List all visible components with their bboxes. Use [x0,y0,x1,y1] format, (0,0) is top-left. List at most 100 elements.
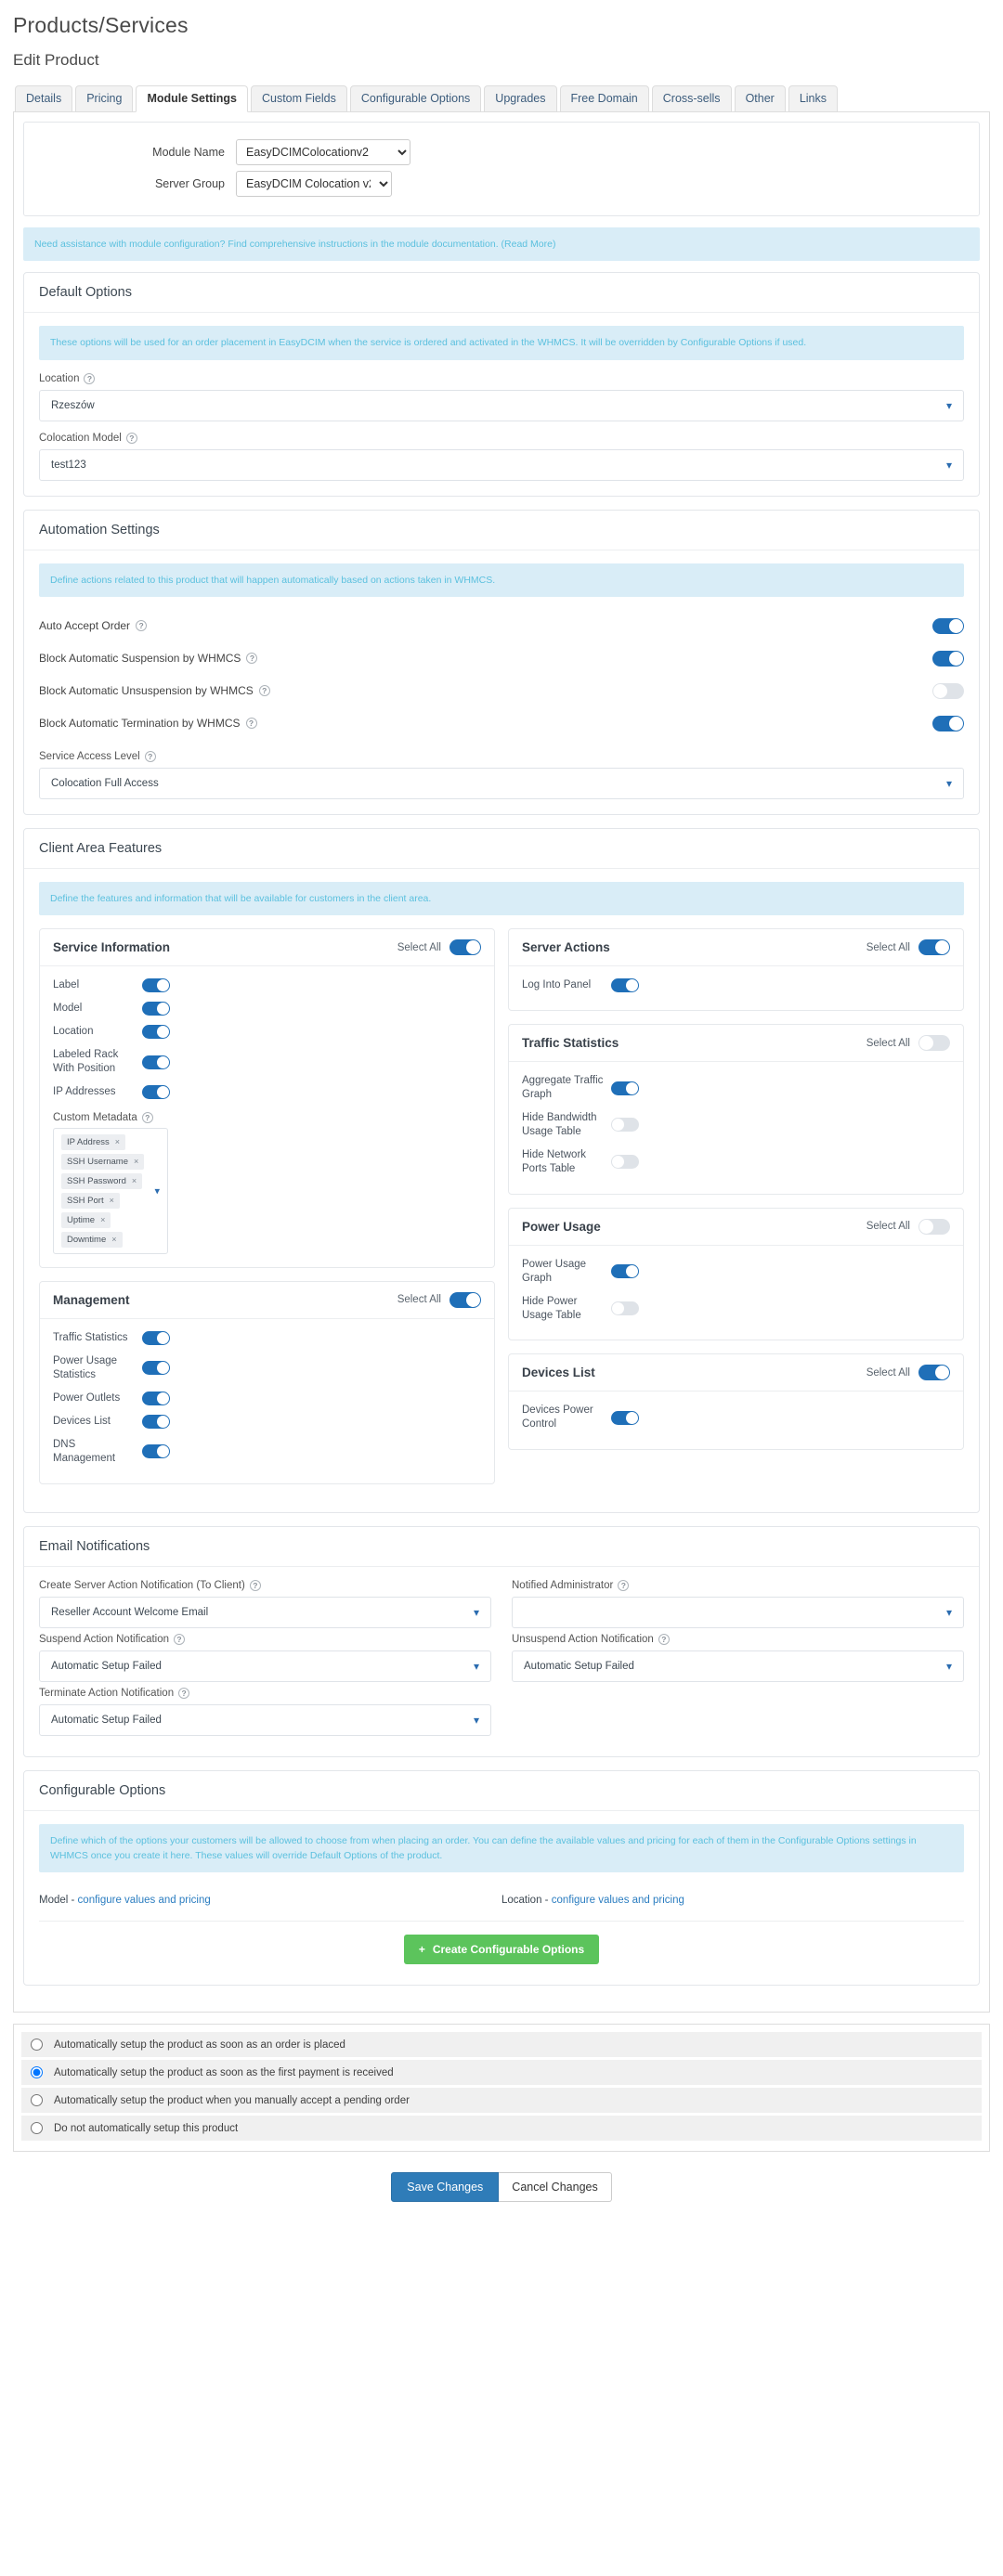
select-all-switch[interactable] [918,1365,950,1381]
feature-switch[interactable] [142,1055,170,1069]
metadata-tag-label: SSH Username [67,1156,128,1167]
configurable-option-link[interactable]: configure values and pricing [78,1895,211,1906]
setup-option-row[interactable]: Automatically setup the product as soon … [21,2032,982,2058]
help-icon[interactable]: ? [245,718,257,730]
default-option-select-0-value: Rzeszów [51,399,95,411]
feature-switch[interactable] [611,1155,639,1170]
feature-switch[interactable] [611,1081,639,1095]
panel-select-all[interactable]: Select All [397,1291,481,1308]
feature-switch[interactable] [142,1361,170,1376]
feature-switch[interactable] [142,1084,170,1099]
setup-option-radio[interactable] [31,2066,43,2079]
email-notifications-right: Notified Administrator? ▾ Unsuspend Action… [512,1579,964,1741]
tab-custom-fields[interactable]: Custom Fields [250,85,347,112]
toggle-knob [157,1415,169,1428]
setup-option-label: Automatically setup the product as soon … [54,2066,394,2078]
create-configurable-options-label: Create Configurable Options [432,1943,585,1957]
chevron-down-icon[interactable]: ▾ [154,1184,160,1197]
panel-select-all[interactable]: Select All [866,939,950,956]
automation-toggle-switch-3[interactable] [932,715,964,731]
email-notification-field: Suspend Action Notification? Automatic Se… [39,1633,491,1682]
help-icon[interactable]: ? [258,685,270,697]
remove-tag-icon[interactable]: × [110,1196,114,1205]
select-all-switch[interactable] [918,1218,950,1235]
feature-switch[interactable] [142,1002,170,1016]
email-notification-label-4: Terminate Action Notification? [39,1687,491,1699]
help-icon[interactable]: ? [246,653,258,665]
help-icon[interactable]: ? [84,372,96,384]
tab-links[interactable]: Links [788,85,839,112]
feature-switch[interactable] [142,1444,170,1459]
feature-switch[interactable] [142,1330,170,1345]
configurable-option-link[interactable]: configure values and pricing [552,1895,684,1906]
help-icon[interactable]: ? [178,1687,190,1699]
tab-free-domain[interactable]: Free Domain [559,85,649,112]
tab-configurable-options[interactable]: Configurable Options [349,85,482,112]
feature-switch[interactable] [142,978,170,993]
setup-option-row[interactable]: Automatically setup the product as soon … [21,2060,982,2086]
create-configurable-options-button[interactable]: + Create Configurable Options [403,1935,600,1965]
read-more-link[interactable]: (Read More) [502,239,556,250]
remove-tag-icon[interactable]: × [111,1235,116,1244]
feature-switch[interactable] [611,1301,639,1315]
panel-select-all[interactable]: Select All [866,1365,950,1381]
toggle-knob [626,979,638,992]
save-changes-button[interactable]: Save Changes [391,2172,500,2203]
default-option-select-1[interactable]: test123 ▾ [39,448,964,481]
help-icon[interactable]: ? [174,1633,186,1645]
feature-switch[interactable] [142,1391,170,1405]
select-all-switch[interactable] [449,1291,481,1308]
feature-switch[interactable] [611,1264,639,1279]
help-icon[interactable]: ? [144,750,156,762]
module-name-select[interactable]: EasyDCIMColocationv2 [236,139,410,165]
feature-label: Power Usage Graph [522,1258,587,1284]
help-icon[interactable]: ? [618,1579,630,1591]
email-notification-select-4[interactable]: Automatic Setup Failed ▾ [39,1703,491,1736]
panel-select-all[interactable]: Select All [866,1035,950,1052]
select-all-switch[interactable] [918,939,950,956]
tab-module-settings[interactable]: Module Settings [136,85,248,112]
automation-toggle-switch-2[interactable] [932,682,964,699]
setup-option-radio[interactable] [31,2122,43,2135]
panel-select-all[interactable]: Select All [397,939,481,956]
feature-switch[interactable] [142,1414,170,1429]
select-all-switch[interactable] [449,939,481,956]
automation-toggle-switch-1[interactable] [932,650,964,667]
email-notification-select-2[interactable]: Automatic Setup Failed ▾ [39,1650,491,1682]
feature-switch[interactable] [611,978,639,993]
feature-switch[interactable] [611,1118,639,1133]
tab-pricing[interactable]: Pricing [75,85,134,112]
remove-tag-icon[interactable]: × [100,1215,105,1224]
service-access-level-select[interactable]: Colocation Full Access ▾ [39,767,964,799]
email-notification-select-1[interactable]: ▾ [512,1596,964,1628]
server-group-select[interactable]: EasyDCIM Colocation v2 [236,171,392,197]
toggle-knob [933,683,947,698]
help-icon[interactable]: ? [141,1111,153,1123]
help-icon[interactable]: ? [249,1579,261,1591]
setup-option-radio[interactable] [31,2039,43,2052]
custom-metadata-box[interactable]: IP Address × SSH Username × SSH Password × SSH… [53,1127,168,1254]
remove-tag-icon[interactable]: × [115,1137,120,1146]
help-icon[interactable]: ? [136,620,148,632]
setup-option-row[interactable]: Do not automatically setup this product [21,2116,982,2142]
help-icon[interactable]: ? [125,432,137,444]
select-all-switch[interactable] [918,1035,950,1052]
remove-tag-icon[interactable]: × [134,1157,138,1166]
default-option-select-0[interactable]: Rzeszów ▾ [39,389,964,421]
remove-tag-icon[interactable]: × [132,1176,137,1185]
tab-cross-sells[interactable]: Cross-sells [651,85,732,112]
tab-details[interactable]: Details [15,85,73,112]
email-notification-select-0[interactable]: Reseller Account Welcome Email ▾ [39,1596,491,1628]
setup-option-radio[interactable] [31,2094,43,2107]
feature-switch[interactable] [611,1410,639,1425]
select-all-label: Select All [397,1294,441,1306]
setup-option-row[interactable]: Automatically setup the product when you… [21,2088,982,2114]
email-notification-select-3[interactable]: Automatic Setup Failed ▾ [512,1650,964,1682]
automation-toggle-switch-0[interactable] [932,617,964,634]
feature-switch[interactable] [142,1025,170,1040]
tab-upgrades[interactable]: Upgrades [484,85,557,112]
help-icon[interactable]: ? [658,1633,670,1645]
cancel-changes-button[interactable]: Cancel Changes [499,2172,612,2203]
panel-select-all[interactable]: Select All [866,1218,950,1235]
tab-other[interactable]: Other [734,85,786,112]
